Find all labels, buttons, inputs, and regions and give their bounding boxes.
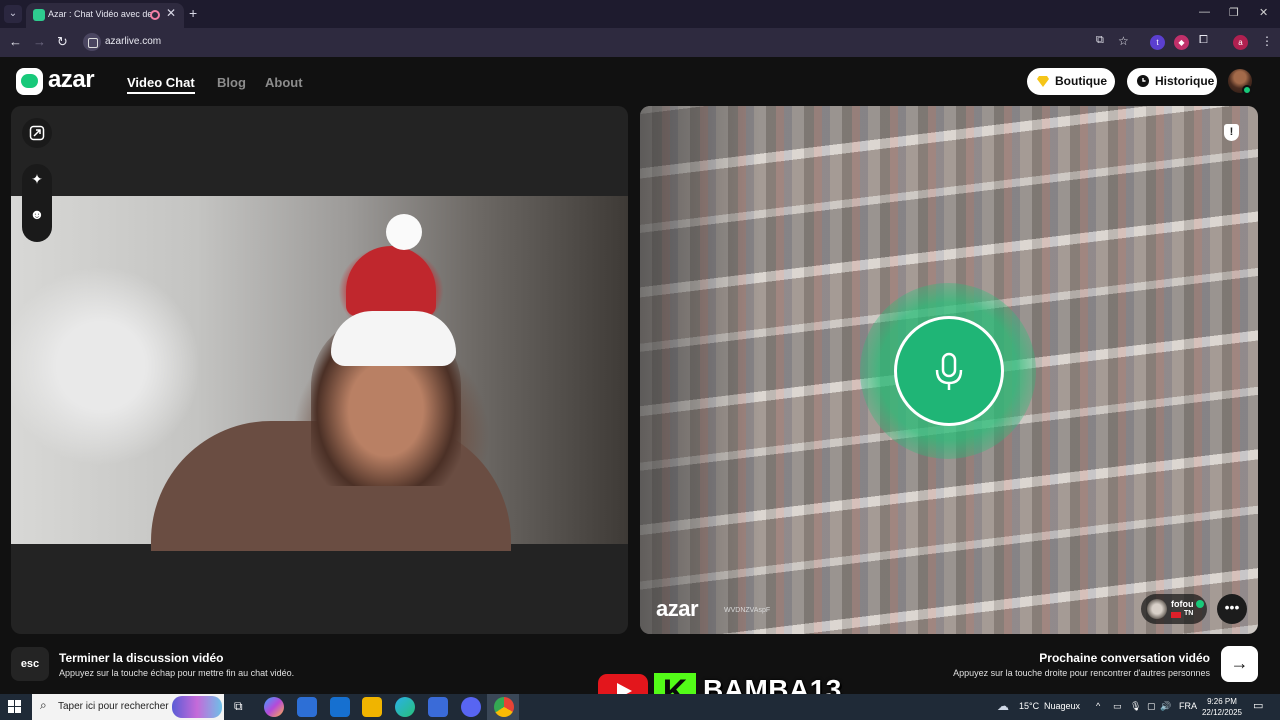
url-field[interactable]: azarlive.com	[105, 36, 161, 47]
end-chat-hint: Appuyez sur la touche échap pour mettre …	[59, 668, 295, 678]
microphone-tray-icon[interactable]: 🎙	[1130, 701, 1141, 712]
peer-avatar	[1147, 599, 1167, 619]
volume-icon[interactable]: 🔊	[1160, 701, 1171, 712]
browser-tab-bar: ⌄ Azar : Chat Vidéo avec de n ✕ + — ❐ ✕	[0, 0, 1280, 28]
nav-about[interactable]: About	[265, 75, 303, 90]
end-chat-title: Terminer la discussion vidéo	[59, 651, 224, 665]
tray-overflow-chevron-icon[interactable]: ^	[1096, 701, 1100, 711]
peer-profile-chip[interactable]: fofou TN	[1141, 594, 1207, 624]
peer-name: fofou	[1171, 599, 1194, 609]
cam-santa-hat-pompom	[386, 214, 422, 250]
back-arrow-icon[interactable]: ←	[9, 34, 22, 49]
extension-shield-icon[interactable]: ◆	[1174, 35, 1189, 50]
network-icon[interactable]: ▭	[1113, 701, 1122, 712]
new-tab-icon[interactable]: +	[189, 5, 197, 21]
tunisia-flag-icon	[1171, 612, 1181, 618]
taskbar-clock[interactable]: 9:26 PM 22/12/2025	[1199, 696, 1245, 718]
extension-t-icon[interactable]: t	[1150, 35, 1165, 50]
tab-title: Azar : Chat Vidéo avec de n	[48, 9, 152, 19]
reload-icon[interactable]: ↻	[57, 34, 68, 50]
browser-tab[interactable]: Azar : Chat Vidéo avec de n ✕	[26, 3, 184, 28]
next-chat-title: Prochaine conversation vidéo	[1039, 651, 1210, 665]
historique-button[interactable]: Historique	[1127, 68, 1217, 95]
azar-watermark: azar	[656, 596, 699, 621]
next-chat-hint: Appuyez sur la touche droite pour rencon…	[953, 668, 1210, 678]
tab-search-chevron-icon[interactable]: ⌄	[4, 5, 22, 23]
bookmark-star-icon[interactable]: ☆	[1118, 34, 1129, 48]
chat-button[interactable]: •••	[1217, 594, 1247, 624]
browser-menu-icon[interactable]: ⋮	[1261, 34, 1273, 48]
profile-avatar[interactable]: a	[1233, 35, 1248, 50]
weather-temp[interactable]: 15°C	[1019, 701, 1039, 711]
search-icon: ⌕	[40, 698, 47, 712]
site-info-icon[interactable]	[83, 33, 101, 51]
boutique-button[interactable]: Boutique	[1027, 68, 1115, 95]
browser-address-bar: ← → ↻ azarlive.com ⧉ ☆ t ◆ ⧠ a ⋮	[0, 28, 1280, 57]
report-shield-icon[interactable]: !	[1224, 124, 1239, 141]
boutique-label: Boutique	[1055, 74, 1107, 88]
remote-video-panel: ! azar WVDNZVAspF fofou TN •••	[640, 106, 1258, 634]
online-status-dot	[1242, 85, 1252, 95]
self-video-panel: ✦ ☻	[11, 106, 628, 634]
minimize-window-icon[interactable]: —	[1199, 6, 1210, 18]
copilot-icon[interactable]	[264, 697, 284, 717]
windows-start-icon[interactable]	[8, 700, 22, 714]
weather-text[interactable]: Nuageux	[1044, 701, 1080, 711]
nav-blog[interactable]: Blog	[217, 75, 246, 90]
audio-device-icon[interactable]: ▢	[1147, 701, 1156, 712]
cam-santa-hat-brim	[331, 311, 456, 366]
next-chat-button[interactable]: →	[1221, 646, 1258, 682]
windows-taskbar: ⌕ Taper ici pour rechercher ⧉ ☁ 15°C Nua…	[0, 694, 1280, 720]
clock-date: 22/12/2025	[1201, 708, 1243, 717]
discord-icon[interactable]	[461, 697, 481, 717]
forward-arrow-icon[interactable]: →	[33, 34, 46, 49]
clock-icon	[1137, 75, 1149, 87]
azar-logo[interactable]: azar	[16, 66, 104, 96]
azar-logo-mark-icon	[16, 68, 43, 95]
azar-logo-text: azar	[48, 66, 95, 93]
arrow-right-icon: →	[1230, 653, 1249, 673]
effects-toolbar: ✦ ☻	[22, 164, 52, 242]
historique-label: Historique	[1155, 74, 1215, 88]
nav-video-chat[interactable]: Video Chat	[127, 75, 195, 90]
azar-favicon-icon	[33, 9, 45, 21]
notifications-icon[interactable]: ▭	[1253, 699, 1263, 712]
peer-country-code: TN	[1184, 610, 1194, 617]
close-tab-icon[interactable]: ✕	[166, 6, 176, 20]
self-camera-feed	[11, 196, 628, 551]
search-highlight-art	[172, 696, 222, 718]
close-window-icon[interactable]: ✕	[1259, 6, 1268, 19]
chat-bubble-icon: •••	[1224, 599, 1240, 615]
session-id: WVDNZVAspF	[724, 607, 771, 614]
microphone-icon	[935, 352, 963, 390]
task-view-icon[interactable]: ⧉	[234, 699, 243, 714]
clock-time: 9:26 PM	[1207, 697, 1237, 706]
chrome-icon[interactable]	[494, 697, 514, 717]
peer-verified-icon	[1196, 600, 1204, 608]
esc-key-button[interactable]: esc	[11, 647, 49, 681]
azar-page: azar Video Chat Blog About Boutique Hist…	[0, 57, 1280, 694]
face-filter-icon[interactable]: ☻	[22, 206, 52, 222]
file-explorer-icon[interactable]	[362, 697, 382, 717]
recording-indicator-icon	[150, 10, 160, 20]
install-app-icon[interactable]: ⧉	[1096, 34, 1104, 47]
gem-icon	[1037, 76, 1049, 87]
store-icon[interactable]	[297, 697, 317, 717]
search-placeholder: Taper ici pour rechercher	[58, 701, 169, 712]
sparkle-effects-icon[interactable]: ✦	[22, 171, 52, 188]
remote-audio-indicator	[894, 316, 1004, 426]
input-language[interactable]: FRA	[1179, 701, 1197, 711]
snipping-tool-icon[interactable]	[428, 697, 448, 717]
nav-active-underline	[127, 92, 195, 94]
cloud-weather-icon: ☁	[997, 699, 1009, 713]
cam-santa-hat	[346, 246, 436, 316]
expand-button[interactable]	[22, 118, 52, 148]
edge-icon[interactable]	[395, 697, 415, 717]
restore-window-icon[interactable]: ❐	[1229, 6, 1239, 19]
expand-icon	[29, 125, 45, 141]
extensions-puzzle-icon[interactable]: ⧠	[1199, 34, 1208, 47]
outlook-icon[interactable]	[330, 697, 350, 717]
